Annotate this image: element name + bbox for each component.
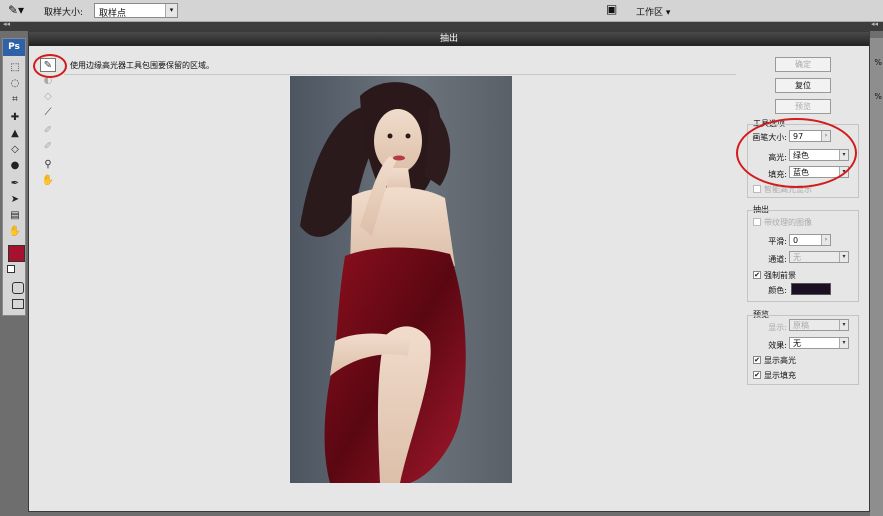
edge-touchup-tool-icon[interactable]: ✐ (40, 140, 56, 154)
channel-value: 无 (793, 253, 801, 262)
eyedropper-tool-icon[interactable]: ⟋ (40, 106, 56, 120)
textured-image-label: 带纹理的图像 (764, 218, 812, 227)
hand-tool-icon[interactable]: ✋ (40, 174, 56, 188)
chevron-down-icon: ▾ (839, 338, 848, 348)
red-circle-annotation (33, 54, 67, 78)
show-label: 显示: (768, 323, 787, 332)
ok-button[interactable]: 确定 (775, 57, 831, 72)
hand-tool-icon[interactable]: ✋ (7, 225, 23, 239)
brush-preset-icon[interactable]: ▣ (606, 2, 626, 19)
path-select-tool-icon[interactable]: ➤ (7, 193, 23, 207)
crop-tool-icon[interactable]: ⌗ (7, 93, 23, 107)
zoom-percent-top: % (874, 58, 882, 67)
collapse-right-icon[interactable]: ◂◂ (871, 20, 878, 28)
cleanup-tool-icon[interactable]: ✐ (40, 124, 56, 138)
eraser-tool-icon[interactable]: ◇ (40, 90, 56, 104)
quick-mask-icon[interactable] (12, 282, 24, 294)
reset-button[interactable]: 复位 (775, 78, 831, 93)
image-preview[interactable] (290, 76, 512, 483)
marquee-tool-icon[interactable]: ⬚ (7, 61, 23, 75)
tools-palette: Ps ⬚ ◌ ⌗ ✚ ▲ ◇ ● ✒ ➤ ▤ ✋ (2, 38, 26, 316)
chevron-right-icon: › (821, 235, 830, 245)
right-panel-edge: % % (870, 38, 883, 516)
show-select[interactable]: 原稿 ▾ (789, 319, 849, 331)
zoom-percent-bottom: % (874, 92, 882, 101)
options-bar: ✎▾ 取样大小: 取样点 ▾ ▣ 工作区 ▾ (0, 0, 883, 22)
show-fill-checkbox[interactable]: ✔ (753, 371, 761, 379)
chevron-down-icon: ▾ (839, 252, 848, 262)
workspace-menu[interactable]: 工作区 ▾ (636, 5, 670, 18)
force-foreground-label: 强制前景 (764, 271, 796, 280)
smooth-value: 0 (793, 236, 799, 245)
foreground-color-box[interactable] (791, 283, 831, 295)
stamp-tool-icon[interactable]: ▲ (7, 127, 23, 141)
channel-label: 通道: (768, 255, 787, 264)
smooth-label: 平滑: (768, 237, 787, 246)
panel-tab-strip: ◂◂ ◂◂ (0, 20, 883, 31)
sample-size-label: 取样大小: (44, 8, 84, 18)
effect-label: 效果: (768, 341, 787, 350)
notes-tool-icon[interactable]: ▤ (7, 209, 23, 223)
divider (64, 74, 736, 75)
default-colors-icon[interactable] (7, 265, 15, 273)
color-label: 颜色: (768, 286, 787, 295)
effect-select[interactable]: 无 ▾ (789, 337, 849, 349)
show-value: 原稿 (793, 321, 809, 330)
pen-tool-icon[interactable]: ✒ (7, 177, 23, 191)
portrait-photo (300, 82, 466, 483)
screen-mode-icon[interactable] (12, 299, 24, 309)
channel-select[interactable]: 无 ▾ (789, 251, 849, 263)
red-circle-annotation (736, 118, 857, 188)
lasso-tool-icon[interactable]: ◌ (7, 77, 23, 91)
sample-size-select[interactable]: 取样点 ▾ (94, 3, 178, 19)
show-highlight-label: 显示高光 (764, 356, 796, 365)
instruction-text: 使用边缘高光器工具包围要保留的区域。 (70, 61, 214, 70)
sample-size-value: 取样点 (99, 9, 127, 19)
extract-dialog: 抽出 ✎ ◐ ◇ ⟋ ✐ ✐ ⚲ ✋ 使用边缘高光器工具包围要保留的区域。 确定… (28, 31, 870, 512)
app-logo: Ps (3, 39, 25, 56)
show-fill-label: 显示填充 (764, 371, 796, 380)
preview-button[interactable]: 预览 (775, 99, 831, 114)
show-highlight-checkbox[interactable]: ✔ (753, 356, 761, 364)
collapse-left-icon[interactable]: ◂◂ (3, 20, 10, 28)
textured-image-checkbox[interactable] (753, 218, 761, 226)
eraser-tool-icon[interactable]: ◇ (7, 143, 23, 157)
healing-tool-icon[interactable]: ✚ (7, 111, 23, 125)
eyedropper-tool-icon[interactable]: ✎▾ (8, 3, 34, 19)
force-foreground-checkbox[interactable]: ✔ (753, 271, 761, 279)
smooth-field[interactable]: 0 › (789, 234, 831, 246)
smart-highlight-checkbox[interactable] (753, 185, 761, 193)
chevron-down-icon: ▾ (839, 320, 848, 330)
zoom-tool-icon[interactable]: ⚲ (40, 158, 56, 172)
chevron-down-icon: ▾ (165, 4, 177, 17)
blur-tool-icon[interactable]: ● (7, 159, 23, 173)
effect-value: 无 (793, 339, 801, 348)
foreground-color-swatch[interactable] (8, 245, 25, 262)
dialog-title: 抽出 (29, 32, 869, 46)
